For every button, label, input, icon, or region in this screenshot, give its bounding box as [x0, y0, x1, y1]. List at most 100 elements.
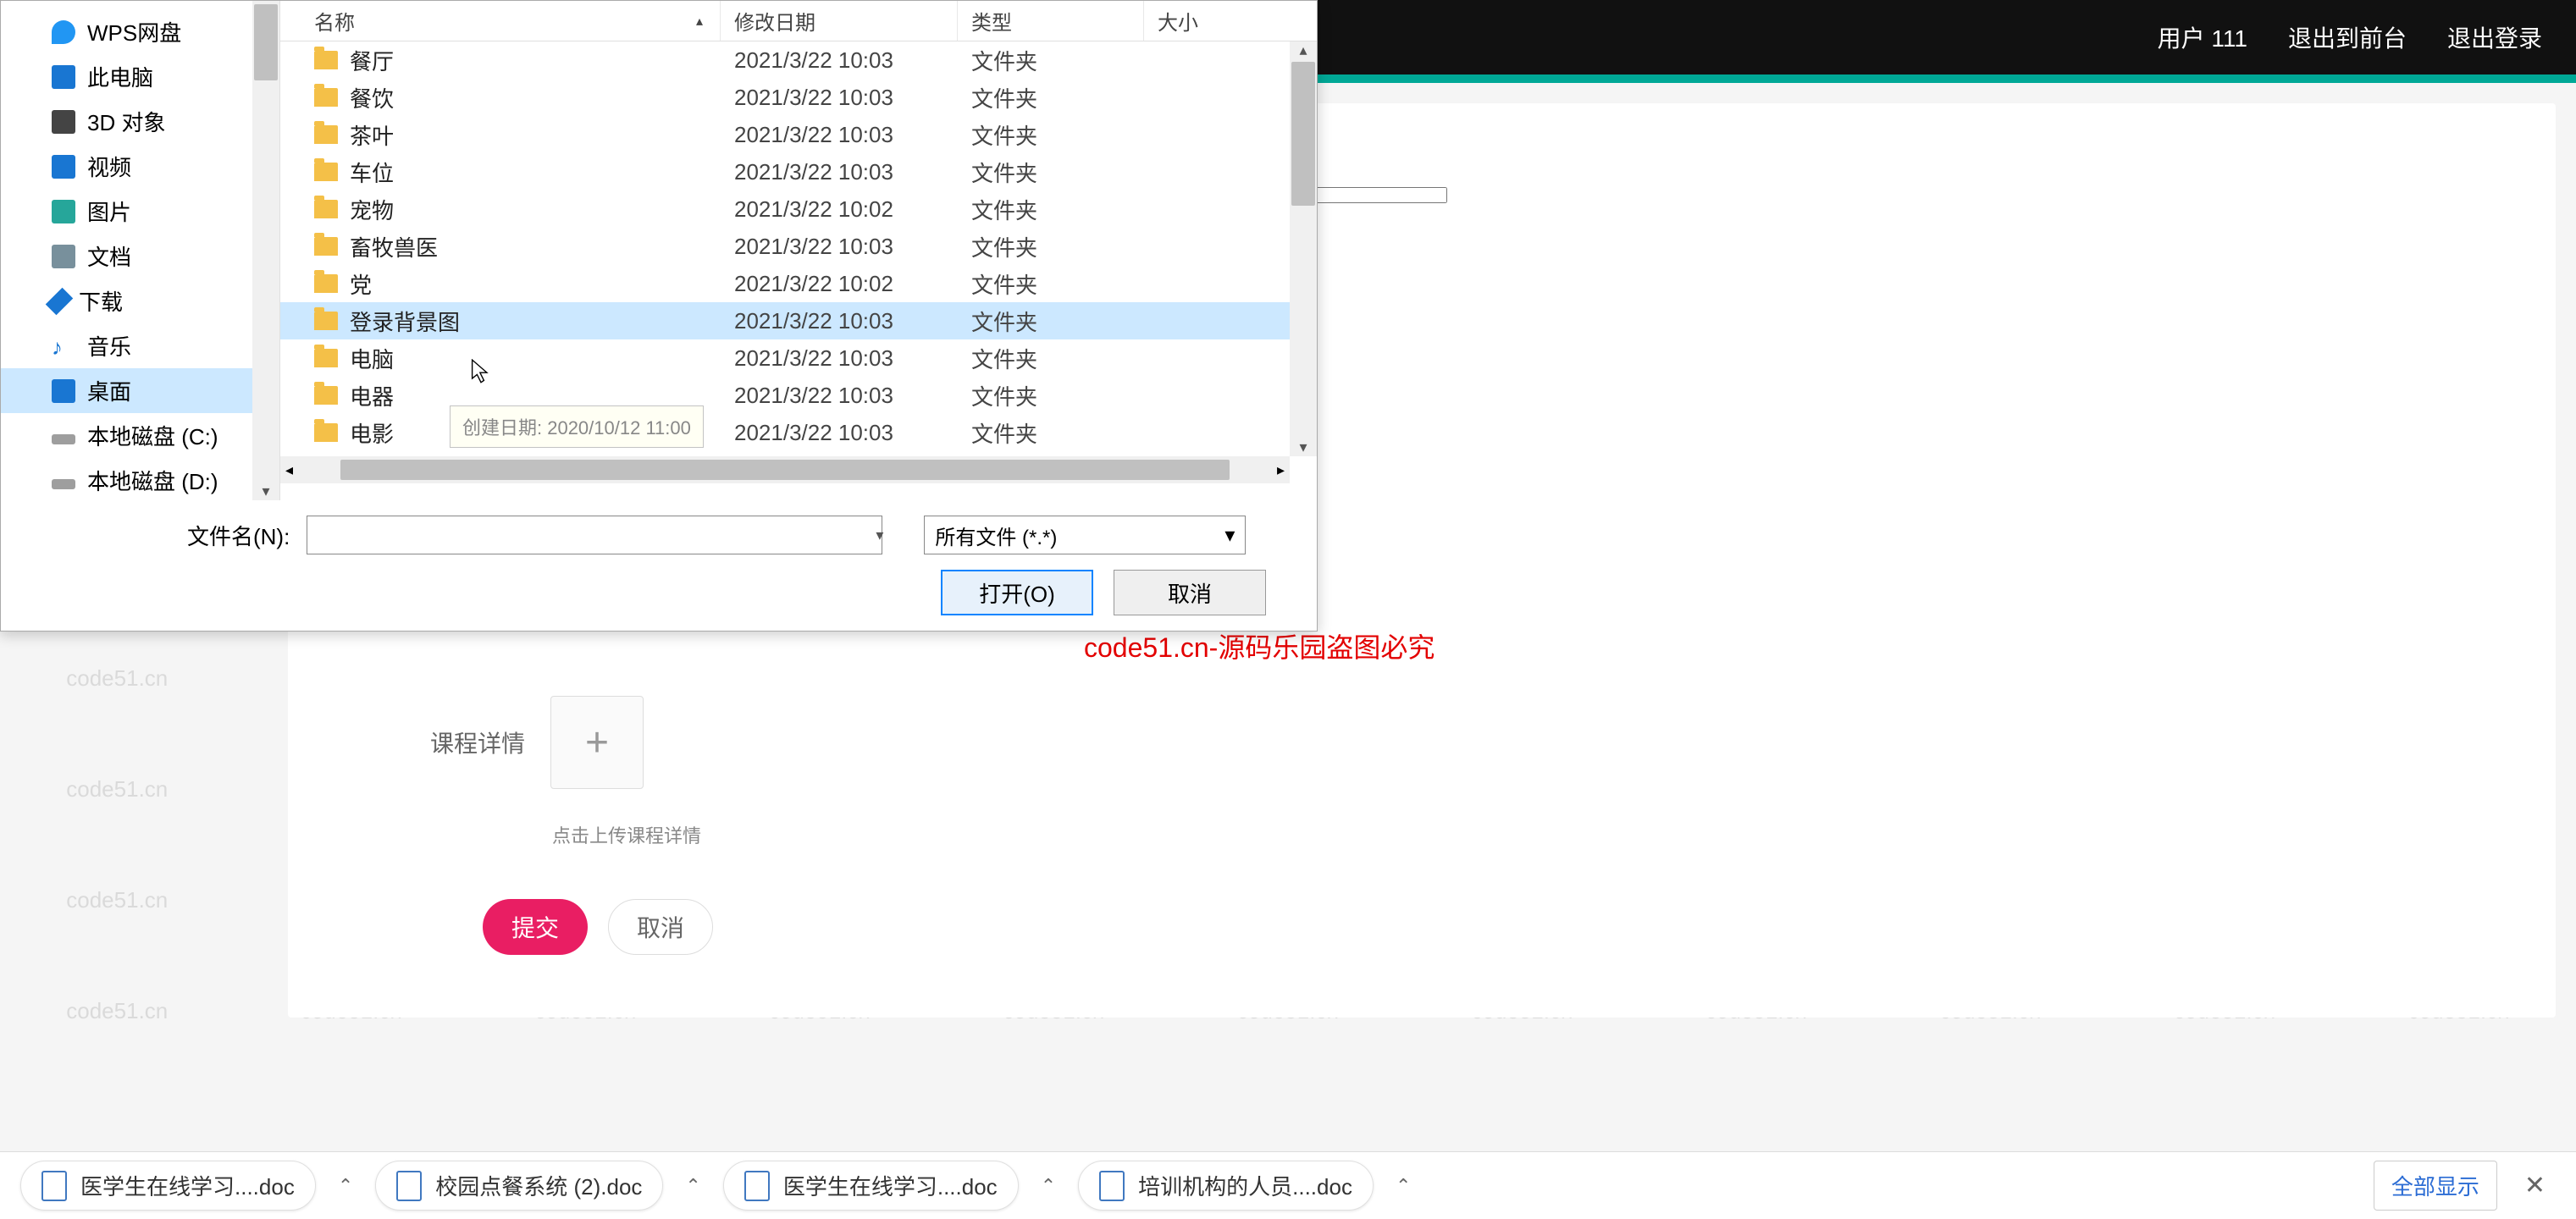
filename-dropdown-icon[interactable]: ▾ — [876, 527, 883, 544]
download-item[interactable]: 医学生在线学习....doc — [20, 1161, 316, 1211]
file-date: 2021/3/22 10:03 — [721, 234, 958, 260]
col-type[interactable]: 类型 — [971, 6, 1012, 36]
file-date: 2021/3/22 10:03 — [721, 122, 958, 148]
file-date: 2021/3/22 10:02 — [721, 196, 958, 223]
chevron-up-icon[interactable]: ⌃ — [1387, 1175, 1419, 1197]
folder-icon — [314, 88, 338, 107]
dialog-tree[interactable]: WPS网盘此电脑 3D 对象视频图片文档下载♪音乐桌面本地磁盘 (C:)本地磁盘 … — [1, 1, 280, 500]
file-row[interactable]: 电器2021/3/22 10:03文件夹 — [280, 377, 1317, 414]
close-icon[interactable]: ✕ — [2514, 1171, 2556, 1200]
folder-icon — [314, 274, 338, 293]
scroll-up-icon[interactable]: ▴ — [1299, 41, 1307, 59]
upload-hint: 点击上传课程详情 — [552, 821, 2471, 848]
submit-button[interactable]: 提交 — [483, 899, 588, 955]
file-type: 文件夹 — [958, 268, 1144, 300]
file-row[interactable]: 餐饮2021/3/22 10:03文件夹 — [280, 79, 1317, 116]
file-type: 文件夹 — [958, 306, 1144, 337]
folder-icon — [314, 163, 338, 181]
scroll-right-icon[interactable]: ▸ — [1277, 461, 1285, 479]
file-name: 宠物 — [350, 194, 394, 225]
download-filename: 培训机构的人员....doc — [1138, 1170, 1352, 1201]
download-filename: 校园点餐系统 (2).doc — [435, 1170, 642, 1201]
tree-item[interactable]: 文档 — [1, 234, 279, 279]
tree-item-label: 文档 — [87, 240, 131, 272]
file-type: 文件夹 — [958, 45, 1144, 76]
exit-to-front-link[interactable]: 退出到前台 — [2288, 20, 2407, 54]
tree-item[interactable]: 本地磁盘 (C:) — [1, 413, 279, 458]
music-icon: ♪ — [52, 334, 75, 358]
file-name: 畜牧兽医 — [350, 231, 438, 262]
scroll-down-icon[interactable]: ▾ — [262, 483, 269, 500]
download-item[interactable]: 校园点餐系统 (2).doc — [375, 1161, 663, 1211]
upload-course-detail-box[interactable]: + — [550, 696, 644, 789]
pic-icon — [52, 200, 75, 223]
dialog-cancel-button[interactable]: 取消 — [1114, 570, 1266, 615]
col-size[interactable]: 大小 — [1158, 6, 1198, 36]
chevron-up-icon[interactable]: ⌃ — [329, 1175, 362, 1197]
tree-item-label: 3D 对象 — [87, 106, 165, 137]
download-item[interactable]: 培训机构的人员....doc — [1078, 1161, 1374, 1211]
tree-item[interactable]: 本地磁盘 (D:) — [1, 458, 279, 500]
logout-link[interactable]: 退出登录 — [2447, 20, 2542, 54]
filename-input[interactable] — [307, 516, 882, 554]
file-name: 茶叶 — [350, 119, 394, 151]
file-row[interactable]: 登录背景图2021/3/22 10:03文件夹 — [280, 302, 1317, 339]
col-name[interactable]: 名称 — [314, 6, 355, 36]
tree-item[interactable]: 3D 对象 — [1, 99, 279, 144]
file-row[interactable]: 畜牧兽医2021/3/22 10:03文件夹 — [280, 228, 1317, 265]
file-name: 电影 — [350, 417, 394, 449]
file-row[interactable]: 宠物2021/3/22 10:02文件夹 — [280, 190, 1317, 228]
file-name: 餐饮 — [350, 82, 394, 113]
tree-scroll-thumb[interactable] — [254, 4, 278, 80]
3d-icon — [52, 110, 75, 134]
tree-item[interactable]: 此电脑 — [1, 54, 279, 99]
dialog-footer: 文件名(N): ▾ 所有文件 (*.*) ▾ 打开(O) 取消 — [1, 500, 1317, 631]
sort-asc-icon: ▴ — [696, 13, 703, 30]
col-date[interactable]: 修改日期 — [734, 6, 815, 36]
tree-item[interactable]: 桌面 — [1, 368, 279, 413]
user-label[interactable]: 用户 111 — [2158, 20, 2247, 54]
file-date: 2021/3/22 10:03 — [721, 383, 958, 409]
file-open-dialog: WPS网盘此电脑 3D 对象视频图片文档下载♪音乐桌面本地磁盘 (C:)本地磁盘 … — [0, 0, 1318, 632]
chevron-up-icon[interactable]: ⌃ — [677, 1175, 709, 1197]
hscroll-thumb[interactable] — [340, 460, 1230, 480]
file-row[interactable]: 电影2021/3/22 10:03文件夹 — [280, 414, 1317, 451]
open-button[interactable]: 打开(O) — [941, 570, 1093, 615]
list-hscrollbar[interactable]: ◂ ▸ — [280, 456, 1290, 483]
file-name: 电脑 — [350, 343, 394, 374]
course-detail-label: 课程详情 — [373, 725, 525, 759]
pc-icon — [52, 65, 75, 89]
file-row[interactable]: 电脑2021/3/22 10:03文件夹 — [280, 339, 1317, 377]
file-name: 党 — [350, 268, 372, 300]
folder-icon — [314, 423, 338, 442]
tree-item[interactable]: 图片 — [1, 189, 279, 234]
file-date: 2021/3/22 10:03 — [721, 420, 958, 446]
cancel-button[interactable]: 取消 — [608, 899, 713, 955]
folder-icon — [314, 386, 338, 405]
file-date: 2021/3/22 10:03 — [721, 47, 958, 74]
tree-item[interactable]: 下载 — [1, 279, 279, 323]
file-type: 文件夹 — [958, 380, 1144, 411]
dialog-file-list: 名称▴ 修改日期 类型 大小 餐厅2021/3/22 10:03文件夹餐饮202… — [280, 1, 1317, 500]
file-row[interactable]: 茶叶2021/3/22 10:03文件夹 — [280, 116, 1317, 153]
filename-label: 文件名(N): — [187, 520, 290, 551]
download-filename: 医学生在线学习....doc — [80, 1170, 295, 1201]
scroll-left-icon[interactable]: ◂ — [285, 461, 293, 479]
file-list-header[interactable]: 名称 ▴ 修改日期 类型 大小 — [280, 1, 1317, 41]
show-all-button[interactable]: 全部显示 — [2374, 1161, 2497, 1211]
file-row[interactable]: 车位2021/3/22 10:03文件夹 — [280, 153, 1317, 190]
file-name: 车位 — [350, 157, 394, 188]
download-item[interactable]: 医学生在线学习....doc — [723, 1161, 1019, 1211]
list-scroll-thumb[interactable] — [1291, 62, 1315, 206]
dl-icon — [46, 287, 74, 315]
doc-icon — [396, 1171, 422, 1201]
tree-item[interactable]: 视频 — [1, 144, 279, 189]
tree-item[interactable]: ♪音乐 — [1, 323, 279, 368]
file-row[interactable]: 餐厅2021/3/22 10:03文件夹 — [280, 41, 1317, 79]
folder-icon — [314, 349, 338, 367]
chevron-up-icon[interactable]: ⌃ — [1032, 1175, 1064, 1197]
scroll-down-icon[interactable]: ▾ — [1299, 439, 1307, 456]
file-filter-select[interactable]: 所有文件 (*.*) ▾ — [924, 516, 1246, 554]
tree-item[interactable]: WPS网盘 — [1, 9, 279, 54]
file-row[interactable]: 党2021/3/22 10:02文件夹 — [280, 265, 1317, 302]
